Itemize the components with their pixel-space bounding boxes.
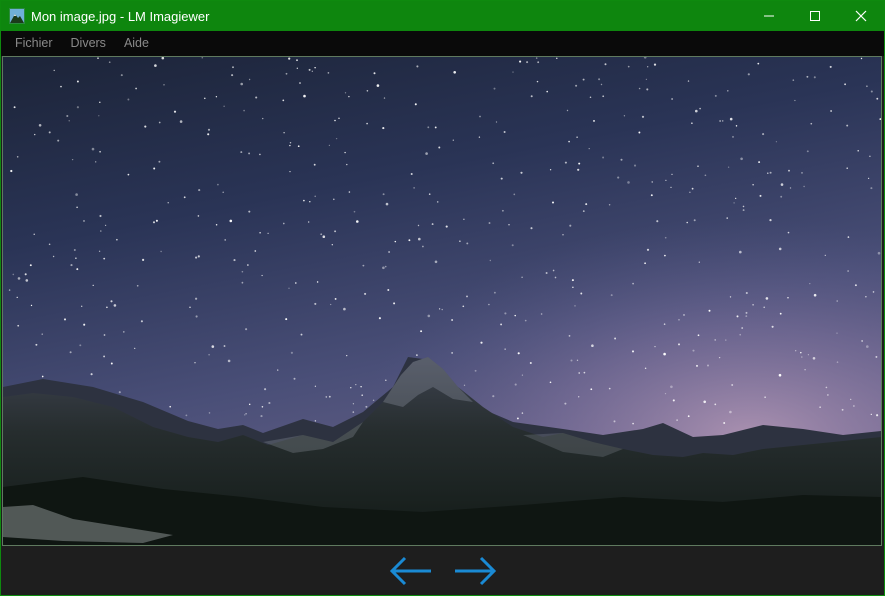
arrow-right-icon xyxy=(454,556,496,586)
minimize-button[interactable] xyxy=(746,1,792,31)
maximize-button[interactable] xyxy=(792,1,838,31)
next-image-button[interactable] xyxy=(452,553,498,589)
maximize-icon xyxy=(810,11,820,21)
previous-image-button[interactable] xyxy=(388,553,434,589)
menu-aide[interactable]: Aide xyxy=(115,31,158,56)
arrow-left-icon xyxy=(389,556,431,586)
menu-bar: Fichier Divers Aide xyxy=(1,31,884,56)
app-window: Mon image.jpg - LM Imagiewer Fichier Div… xyxy=(0,0,885,596)
starry-mountain-photo xyxy=(3,57,881,545)
close-button[interactable] xyxy=(838,1,884,31)
close-icon xyxy=(855,10,867,22)
menu-divers[interactable]: Divers xyxy=(62,31,115,56)
window-controls xyxy=(746,1,884,31)
image-viewport[interactable] xyxy=(2,56,882,546)
menu-fichier[interactable]: Fichier xyxy=(6,31,62,56)
title-bar[interactable]: Mon image.jpg - LM Imagiewer xyxy=(1,1,884,31)
navigation-bar xyxy=(1,547,884,595)
app-icon xyxy=(9,8,25,24)
minimize-icon xyxy=(764,15,774,17)
window-title: Mon image.jpg - LM Imagiewer xyxy=(31,8,210,24)
